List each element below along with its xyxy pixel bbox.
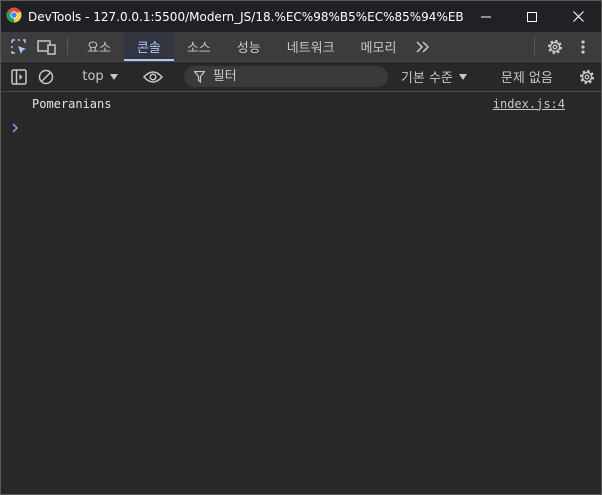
console-message: Pomeranians index.js:4 bbox=[1, 92, 601, 115]
close-icon bbox=[572, 11, 584, 22]
console-output: Pomeranians index.js:4 bbox=[1, 92, 601, 141]
tab-performance[interactable]: 성능 bbox=[224, 32, 274, 61]
tab-memory[interactable]: 메모리 bbox=[348, 32, 410, 61]
sidebar-toggle-icon bbox=[10, 68, 27, 85]
context-label: top bbox=[82, 69, 104, 84]
more-tabs-button[interactable] bbox=[409, 32, 437, 61]
tab-console[interactable]: 콘솔 bbox=[123, 32, 174, 61]
clear-icon bbox=[38, 69, 54, 84]
chrome-icon bbox=[1, 7, 28, 26]
gear-icon bbox=[547, 39, 563, 54]
console-settings-button[interactable] bbox=[574, 62, 601, 91]
context-selector[interactable]: top bbox=[72, 69, 126, 84]
live-expression-button[interactable] bbox=[140, 62, 167, 91]
log-levels-dropdown[interactable]: 기본 수준 bbox=[388, 67, 478, 86]
caret-down-icon bbox=[109, 73, 118, 80]
inspect-element-button[interactable] bbox=[5, 32, 33, 61]
prompt-chevron-icon bbox=[12, 123, 19, 133]
source-link[interactable]: index.js:4 bbox=[493, 97, 565, 111]
clear-console-button[interactable] bbox=[32, 62, 59, 91]
device-toolbar-button[interactable] bbox=[33, 32, 61, 61]
maximize-button[interactable] bbox=[509, 1, 555, 32]
console-message-text: Pomeranians bbox=[32, 96, 112, 111]
minimize-button[interactable] bbox=[463, 1, 509, 32]
eye-icon bbox=[143, 70, 164, 83]
double-chevron-right-icon bbox=[416, 40, 430, 53]
title-bar: DevTools - 127.0.0.1:5500/Modern_JS/18.%… bbox=[1, 1, 601, 32]
maximize-icon bbox=[527, 11, 537, 22]
filter-box[interactable] bbox=[183, 66, 388, 87]
caret-down-icon bbox=[458, 73, 467, 80]
tab-sources[interactable]: 소스 bbox=[174, 32, 224, 61]
console-toolbar: top 기본 수준 문제 없음 bbox=[1, 62, 601, 92]
tab-elements[interactable]: 요소 bbox=[74, 32, 124, 61]
filter-icon bbox=[193, 70, 205, 83]
issues-counter[interactable]: 문제 없음 bbox=[491, 67, 561, 86]
devtools-tab-bar: 요소 콘솔 소스 성능 네트워크 메모리 bbox=[1, 32, 601, 62]
settings-button[interactable] bbox=[541, 32, 569, 61]
window-title: DevTools - 127.0.0.1:5500/Modern_JS/18.%… bbox=[28, 9, 463, 24]
log-levels-label: 기본 수준 bbox=[400, 71, 453, 86]
tab-network[interactable]: 네트워크 bbox=[274, 32, 348, 61]
devtools-window: DevTools - 127.0.0.1:5500/Modern_JS/18.%… bbox=[0, 0, 602, 495]
vertical-dots-icon bbox=[581, 39, 585, 54]
device-toolbar-icon bbox=[37, 39, 56, 55]
minimize-icon bbox=[481, 16, 491, 17]
divider bbox=[534, 38, 535, 55]
divider bbox=[67, 38, 68, 55]
close-button[interactable] bbox=[555, 1, 601, 32]
customize-menu-button[interactable] bbox=[569, 32, 597, 61]
console-prompt[interactable] bbox=[1, 115, 601, 141]
filter-input[interactable] bbox=[212, 69, 363, 84]
inspect-element-icon bbox=[11, 38, 26, 54]
gear-icon bbox=[580, 69, 595, 84]
show-sidebar-button[interactable] bbox=[5, 62, 32, 91]
